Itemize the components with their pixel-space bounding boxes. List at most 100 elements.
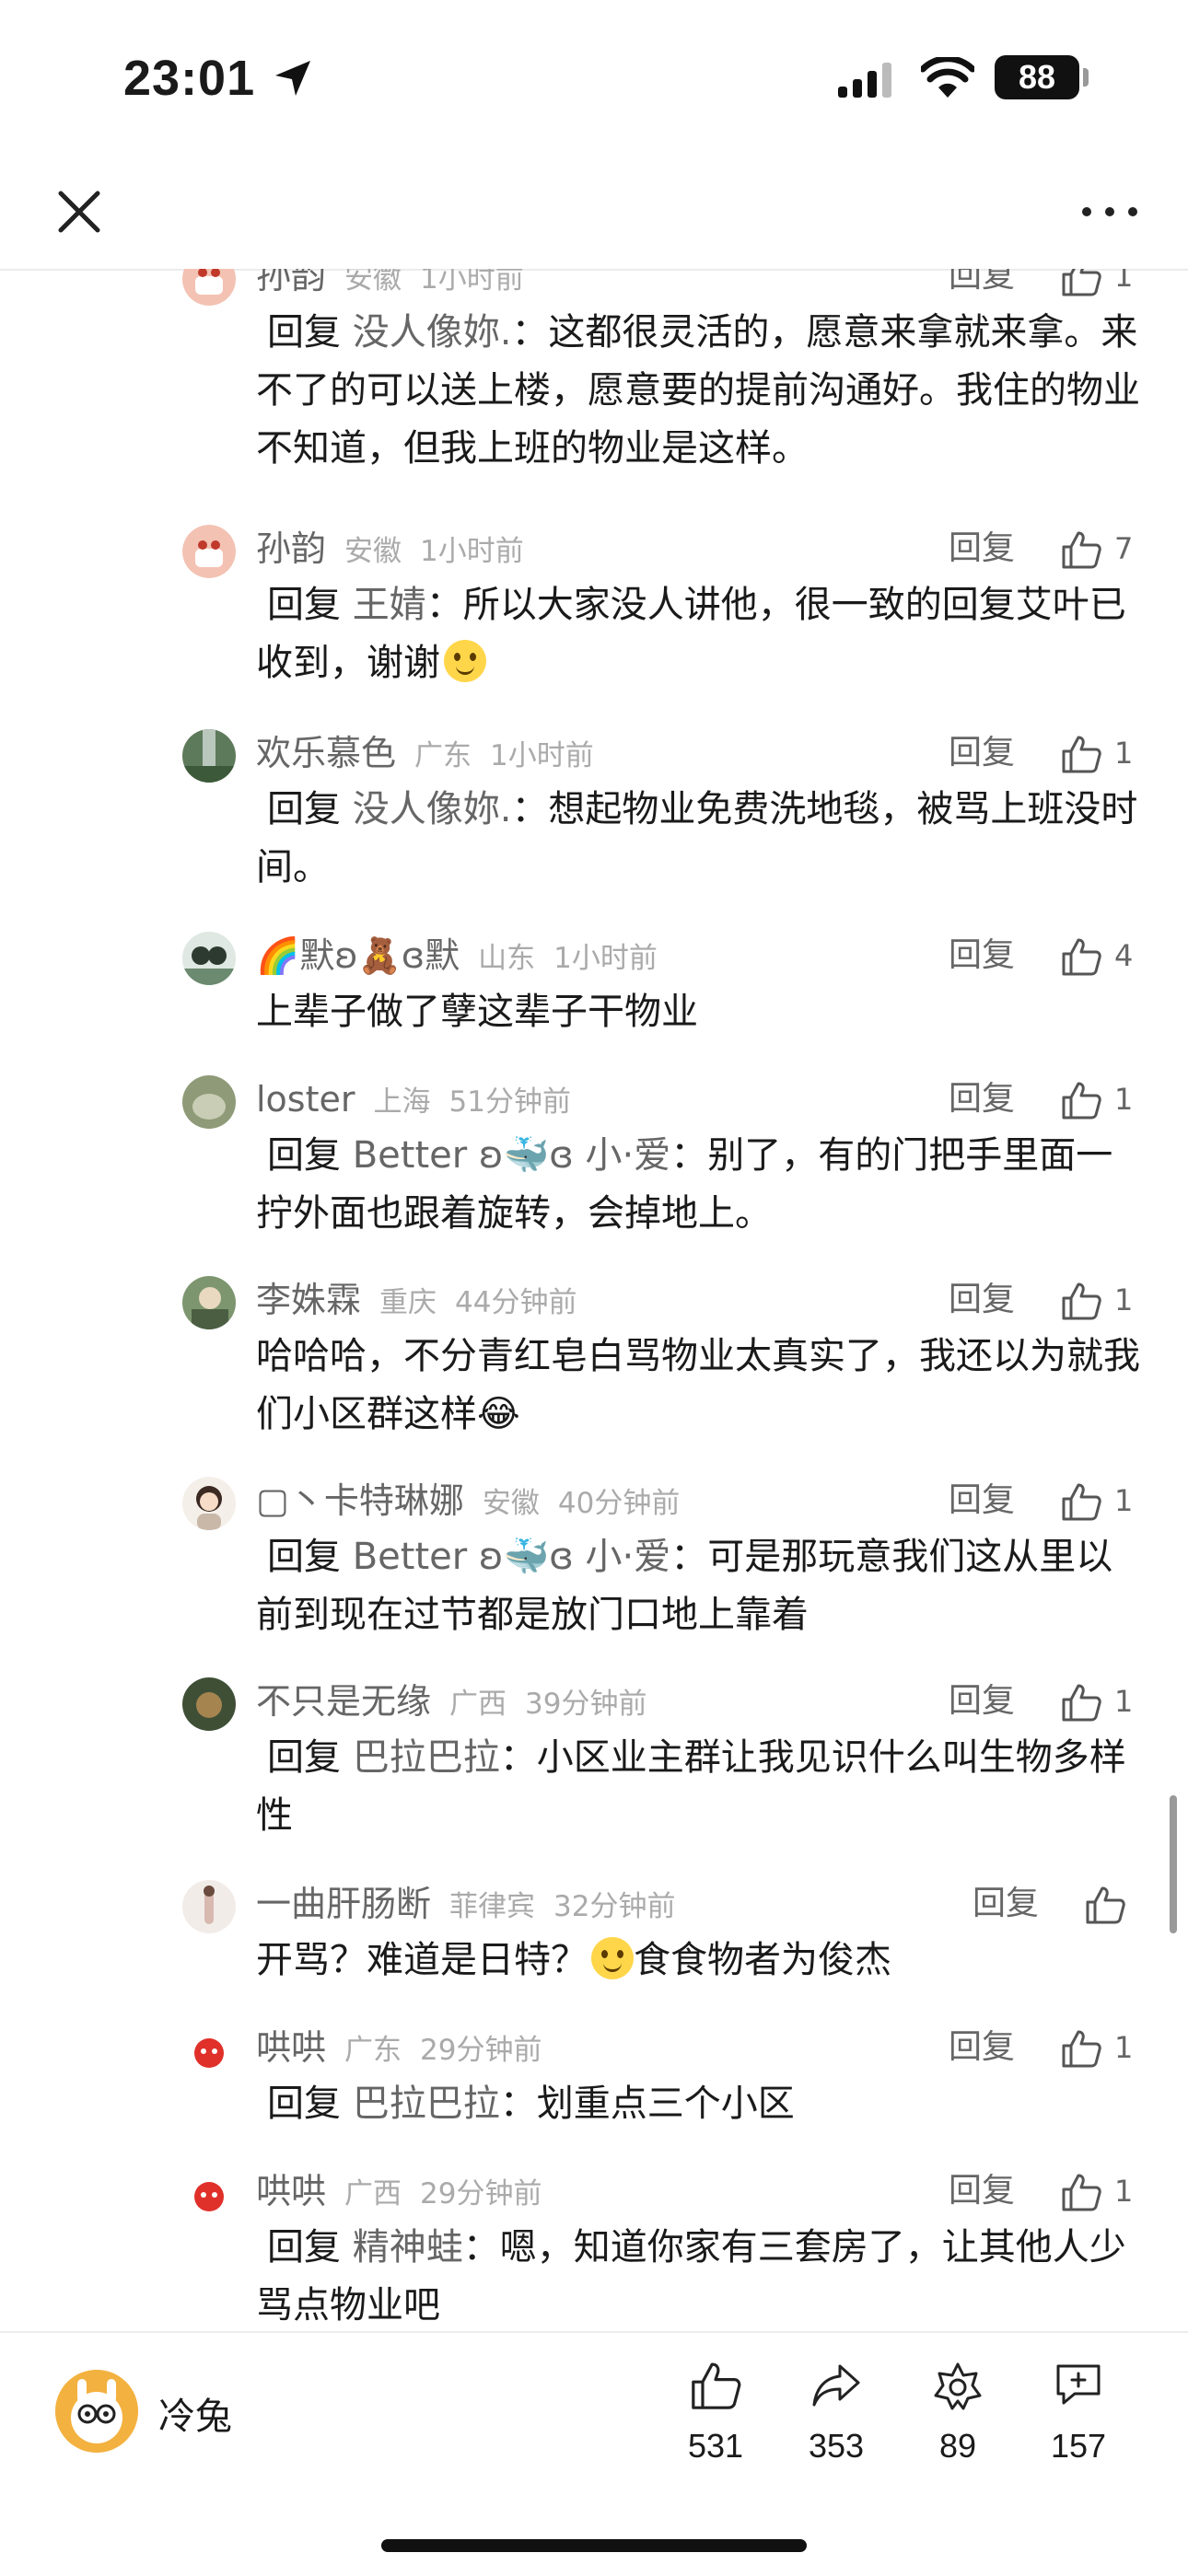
status-time: 23:01: [123, 51, 256, 106]
thumbs-up-icon: [1062, 531, 1101, 569]
reply-button[interactable]: 回复: [949, 269, 1015, 304]
like-count: 7: [1114, 531, 1134, 566]
comment-username[interactable]: 孙韵: [256, 269, 326, 296]
user-avatar[interactable]: [182, 525, 236, 578]
wifi-icon: [921, 57, 974, 98]
reply-prefix: 回复: [267, 1536, 341, 1578]
comment-username[interactable]: 🌈默ʚ🧸ɞ默: [256, 935, 460, 976]
like-count: 1: [1114, 269, 1134, 294]
thumbs-up-icon: [1062, 938, 1101, 976]
comment-text: 开骂？难道是日特？ 食食物者为俊杰: [256, 1932, 1140, 1990]
thumbs-up-icon: [1062, 1684, 1101, 1722]
comment-content: 开骂？难道是日特？: [256, 1939, 588, 1981]
comment-count: 157: [1050, 2427, 1107, 2465]
reply-target-user[interactable]: 王婧: [353, 584, 426, 626]
comment-username[interactable]: 孙韵: [256, 528, 326, 569]
comment-text: 回复 王婧：所以大家没人讲他，很一致的回复艾叶已收到，谢谢: [256, 576, 1140, 692]
thumbs-up-icon: [692, 2362, 741, 2409]
comment-region: 广东: [344, 2034, 402, 2067]
reply-target-user[interactable]: 巴拉巴拉: [353, 1736, 500, 1779]
home-indicator[interactable]: [381, 2539, 807, 2552]
comment-content: 上辈子做了孽这辈子干物业: [256, 991, 698, 1033]
comment-username[interactable]: ▢丶卡特琳娜: [256, 1480, 464, 1521]
user-avatar[interactable]: [182, 1677, 236, 1731]
reply-target-user[interactable]: 精神蛙: [353, 2226, 463, 2269]
share-action-button[interactable]: 353: [786, 2361, 887, 2466]
thumbs-up-icon: [1086, 1886, 1125, 1924]
reply-button[interactable]: 回复: [949, 2164, 1015, 2219]
user-avatar[interactable]: [182, 1477, 236, 1530]
cellular-signal-icon: [838, 63, 891, 98]
reply-button[interactable]: 回复: [949, 1072, 1015, 1127]
scrollbar[interactable]: [1170, 1795, 1177, 1933]
poster-avatar[interactable]: [55, 2370, 138, 2453]
reply-target-user[interactable]: 没人像妳.: [353, 311, 512, 354]
user-avatar[interactable]: [182, 1276, 236, 1329]
comment-time: 1小时前: [420, 269, 524, 296]
bottom-bar: 冷兔 531 353 89 157: [0, 2331, 1188, 2576]
comment-list[interactable]: 孙韵 安徽 1小时前 回复 1 回复 没人像妳.：这都很灵活的，愿意来拿就来拿。来不…: [0, 269, 1188, 2331]
like-count: 1: [1114, 1082, 1134, 1117]
comment-username[interactable]: 不只是无缘: [256, 1681, 431, 1722]
smile-emoji-icon: [591, 1937, 634, 1979]
user-avatar[interactable]: [182, 269, 236, 306]
reply-target-user[interactable]: Better ʚ🐳ɞ 小·爱: [353, 1536, 671, 1578]
comment-time: 51分钟前: [448, 1085, 571, 1119]
like-count: 1: [1114, 2030, 1134, 2065]
reply-button[interactable]: 回复: [949, 1674, 1015, 1729]
user-avatar[interactable]: [182, 729, 236, 783]
comment-region: 安徽: [344, 535, 402, 568]
reply-target-user[interactable]: Better ʚ🐳ɞ 小·爱: [353, 1134, 671, 1177]
like-action-button[interactable]: 531: [665, 2361, 766, 2466]
reply-button[interactable]: 回复: [949, 928, 1015, 983]
comment-time: 1小时前: [420, 535, 524, 568]
comment-content: ：划重点三个小区: [499, 2083, 795, 2125]
comment-region: 重庆: [379, 1286, 437, 1319]
poster-name[interactable]: 冷兔: [158, 2386, 232, 2440]
comment-time: 44分钟前: [455, 1286, 577, 1319]
more-icon[interactable]: [1077, 193, 1142, 230]
close-icon[interactable]: [52, 184, 107, 239]
comment-username[interactable]: loster: [256, 1079, 355, 1120]
user-avatar[interactable]: [182, 1880, 236, 1933]
comment-time: 32分钟前: [553, 1890, 676, 1923]
thumbs-up-icon: [1062, 269, 1101, 296]
reply-button[interactable]: 回复: [973, 1876, 1039, 1932]
reply-target-user[interactable]: 巴拉巴拉: [353, 2083, 500, 2125]
comment-action-button[interactable]: 157: [1028, 2361, 1129, 2466]
status-bar: 23:01 88: [0, 0, 1188, 157]
user-avatar[interactable]: [182, 1075, 236, 1129]
comment-username[interactable]: 李姝霖: [256, 1280, 361, 1320]
reply-button[interactable]: 回复: [949, 2020, 1015, 2075]
comment-username[interactable]: 一曲肝肠断: [256, 1884, 431, 1924]
favorite-action-button[interactable]: 89: [907, 2361, 1008, 2466]
battery-cap: [1083, 68, 1089, 87]
thumbs-up-icon: [1062, 2174, 1101, 2211]
user-avatar[interactable]: [182, 2024, 236, 2077]
comment-time: 1小时前: [553, 942, 658, 975]
user-avatar[interactable]: [182, 2167, 236, 2221]
comment-text: 回复 精神蛙：嗯，知道你家有三套房了，让其他人少骂点物业吧: [256, 2219, 1140, 2331]
share-count: 353: [808, 2427, 865, 2465]
comment-time: 40分钟前: [557, 1487, 681, 1520]
comment-content: 哈哈哈，不分青红皂白骂物业太真实了，我还以为就我们小区群这样😂: [256, 1335, 1140, 1435]
reply-button[interactable]: 回复: [949, 521, 1015, 576]
like-count: 1: [1114, 2174, 1134, 2209]
comment-username[interactable]: 哄哄: [256, 2027, 326, 2068]
like-count: 1: [1114, 736, 1134, 771]
reply-button[interactable]: 回复: [949, 1473, 1015, 1528]
user-avatar[interactable]: [182, 932, 236, 985]
comment-username[interactable]: 欢乐慕色: [256, 733, 396, 773]
reply-button[interactable]: 回复: [949, 725, 1015, 781]
reply-button[interactable]: 回复: [949, 1272, 1015, 1328]
thumbs-up-icon: [1062, 736, 1101, 773]
reply-prefix: 回复: [267, 1736, 341, 1779]
comment-username[interactable]: 哄哄: [256, 2171, 326, 2211]
comment-region: 菲律宾: [449, 1890, 536, 1923]
comment-text: 回复 没人像妳.：想起物业免费洗地毯，被骂上班没时间。: [256, 781, 1140, 897]
comment-region: 广西: [344, 2177, 402, 2210]
reply-target-user[interactable]: 没人像妳.: [353, 788, 512, 830]
share-arrow-icon: [812, 2364, 860, 2407]
comment-text: 回复 巴拉巴拉：划重点三个小区: [256, 2075, 1140, 2133]
thinking-emoji-icon: [444, 640, 486, 682]
